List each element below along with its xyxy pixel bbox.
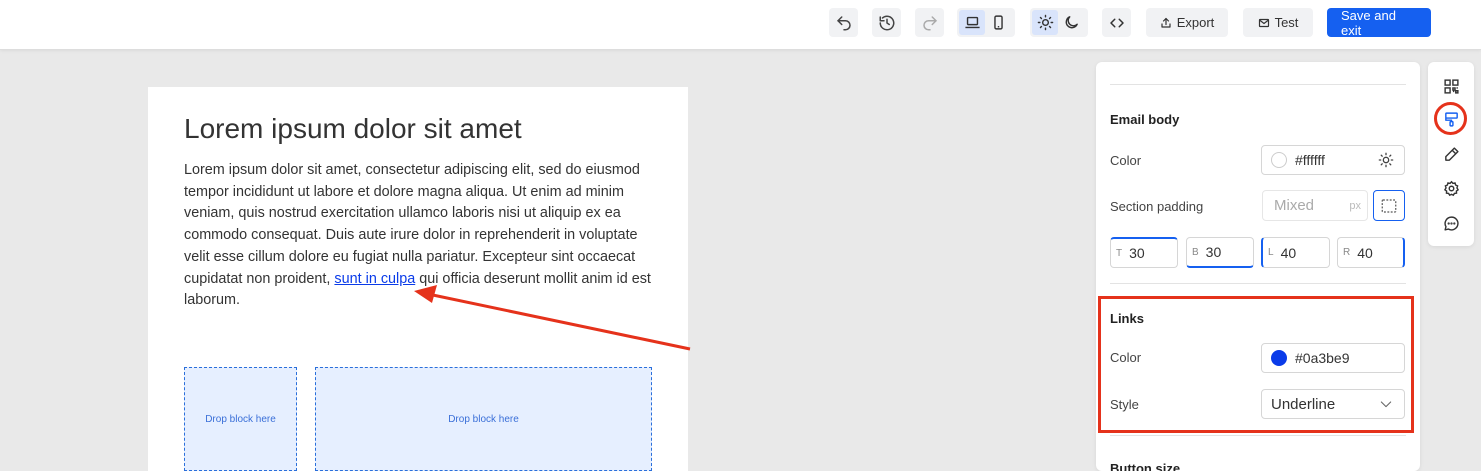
padding-bottom-value: 30 [1205, 244, 1222, 260]
annotation-highlight-box [1098, 296, 1414, 433]
code-icon [1109, 18, 1124, 27]
padding-top-value: 30 [1129, 245, 1145, 261]
chat-bubble-icon [1443, 215, 1459, 231]
white-swatch-icon [1271, 152, 1287, 168]
redo-icon [922, 15, 937, 30]
email-body-color-field[interactable]: #ffffff [1261, 145, 1405, 175]
export-label: Export [1176, 15, 1215, 30]
edit-tool-button[interactable] [1439, 142, 1463, 166]
padding-left-value: 40 [1280, 244, 1297, 261]
sun-icon [1037, 14, 1053, 31]
drop-zone-label: Drop block here [205, 413, 276, 425]
theme-toggle [1030, 8, 1088, 37]
code-view-button[interactable] [1102, 8, 1131, 37]
divider [1110, 435, 1406, 436]
email-heading[interactable]: Lorem ipsum dolor sit amet [184, 113, 522, 145]
annotation-highlight-ring [1434, 102, 1467, 135]
padding-right-prefix: R [1343, 247, 1351, 258]
padding-right-value: 40 [1357, 244, 1373, 261]
redo-button[interactable] [915, 8, 944, 37]
device-toggle [957, 8, 1015, 37]
drop-zone-label: Drop block here [448, 413, 519, 425]
pencil-icon [1444, 146, 1459, 161]
email-body-color-value: #ffffff [1295, 152, 1325, 168]
padding-bottom-input[interactable]: B 30 [1186, 237, 1254, 268]
undo-icon [836, 15, 851, 30]
padding-left-input[interactable]: L 40 [1261, 237, 1330, 268]
email-canvas: Lorem ipsum dolor sit amet Lorem ipsum d… [148, 87, 688, 471]
right-tool-rail [1428, 62, 1474, 246]
padding-right-input[interactable]: R 40 [1337, 237, 1405, 268]
test-label: Test [1274, 15, 1299, 30]
test-button[interactable]: Test [1243, 8, 1313, 37]
section-padding-label: Section padding [1110, 199, 1204, 214]
mail-icon [1258, 18, 1269, 27]
section-padding-input[interactable]: Mixed px [1262, 190, 1368, 221]
export-icon [1161, 17, 1171, 28]
padding-placeholder: Mixed [1274, 197, 1315, 214]
save-and-exit-button[interactable]: Save and exit [1327, 8, 1431, 38]
paragraph-text-start: Lorem ipsum dolor sit amet, consectetur … [184, 162, 640, 287]
top-toolbar: Export Test Save and exit [0, 0, 1481, 50]
mobile-view-button[interactable] [985, 10, 1011, 35]
padding-unit: px [1349, 199, 1361, 212]
button-size-title: Button size [1110, 461, 1181, 471]
divider [1110, 84, 1406, 85]
padding-bottom-prefix: B [1192, 246, 1199, 258]
padding-left-prefix: L [1268, 247, 1274, 258]
padding-top-prefix: T [1116, 247, 1123, 259]
email-body-title: Email body [1110, 112, 1180, 127]
email-body-color-label: Color [1110, 153, 1142, 168]
qr-grid-icon [1443, 78, 1459, 94]
desktop-view-button[interactable] [959, 10, 985, 35]
dark-mode-button[interactable] [1058, 10, 1084, 35]
history-button[interactable] [872, 8, 901, 37]
laptop-icon [964, 16, 980, 29]
drop-zone-left[interactable]: Drop block here [184, 367, 297, 471]
history-icon [879, 15, 894, 30]
drop-zone-right[interactable]: Drop block here [315, 367, 652, 471]
blocks-tool-button[interactable] [1439, 74, 1463, 98]
divider [1110, 283, 1406, 284]
sun-icon[interactable] [1378, 152, 1394, 168]
padding-top-input[interactable]: T 30 [1110, 237, 1178, 268]
moon-icon [1065, 16, 1078, 29]
export-button[interactable]: Export [1146, 8, 1228, 37]
phone-icon [993, 15, 1003, 30]
undo-button[interactable] [829, 8, 858, 37]
padding-mode-toggle[interactable] [1373, 190, 1405, 221]
email-paragraph[interactable]: Lorem ipsum dolor sit amet, consectetur … [184, 160, 659, 312]
settings-tool-button[interactable] [1439, 176, 1463, 200]
comments-tool-button[interactable] [1439, 211, 1463, 235]
dashed-square-icon [1381, 198, 1397, 213]
email-link[interactable]: sunt in culpa [334, 271, 415, 287]
light-mode-button[interactable] [1032, 10, 1058, 35]
gear-icon [1443, 180, 1459, 196]
